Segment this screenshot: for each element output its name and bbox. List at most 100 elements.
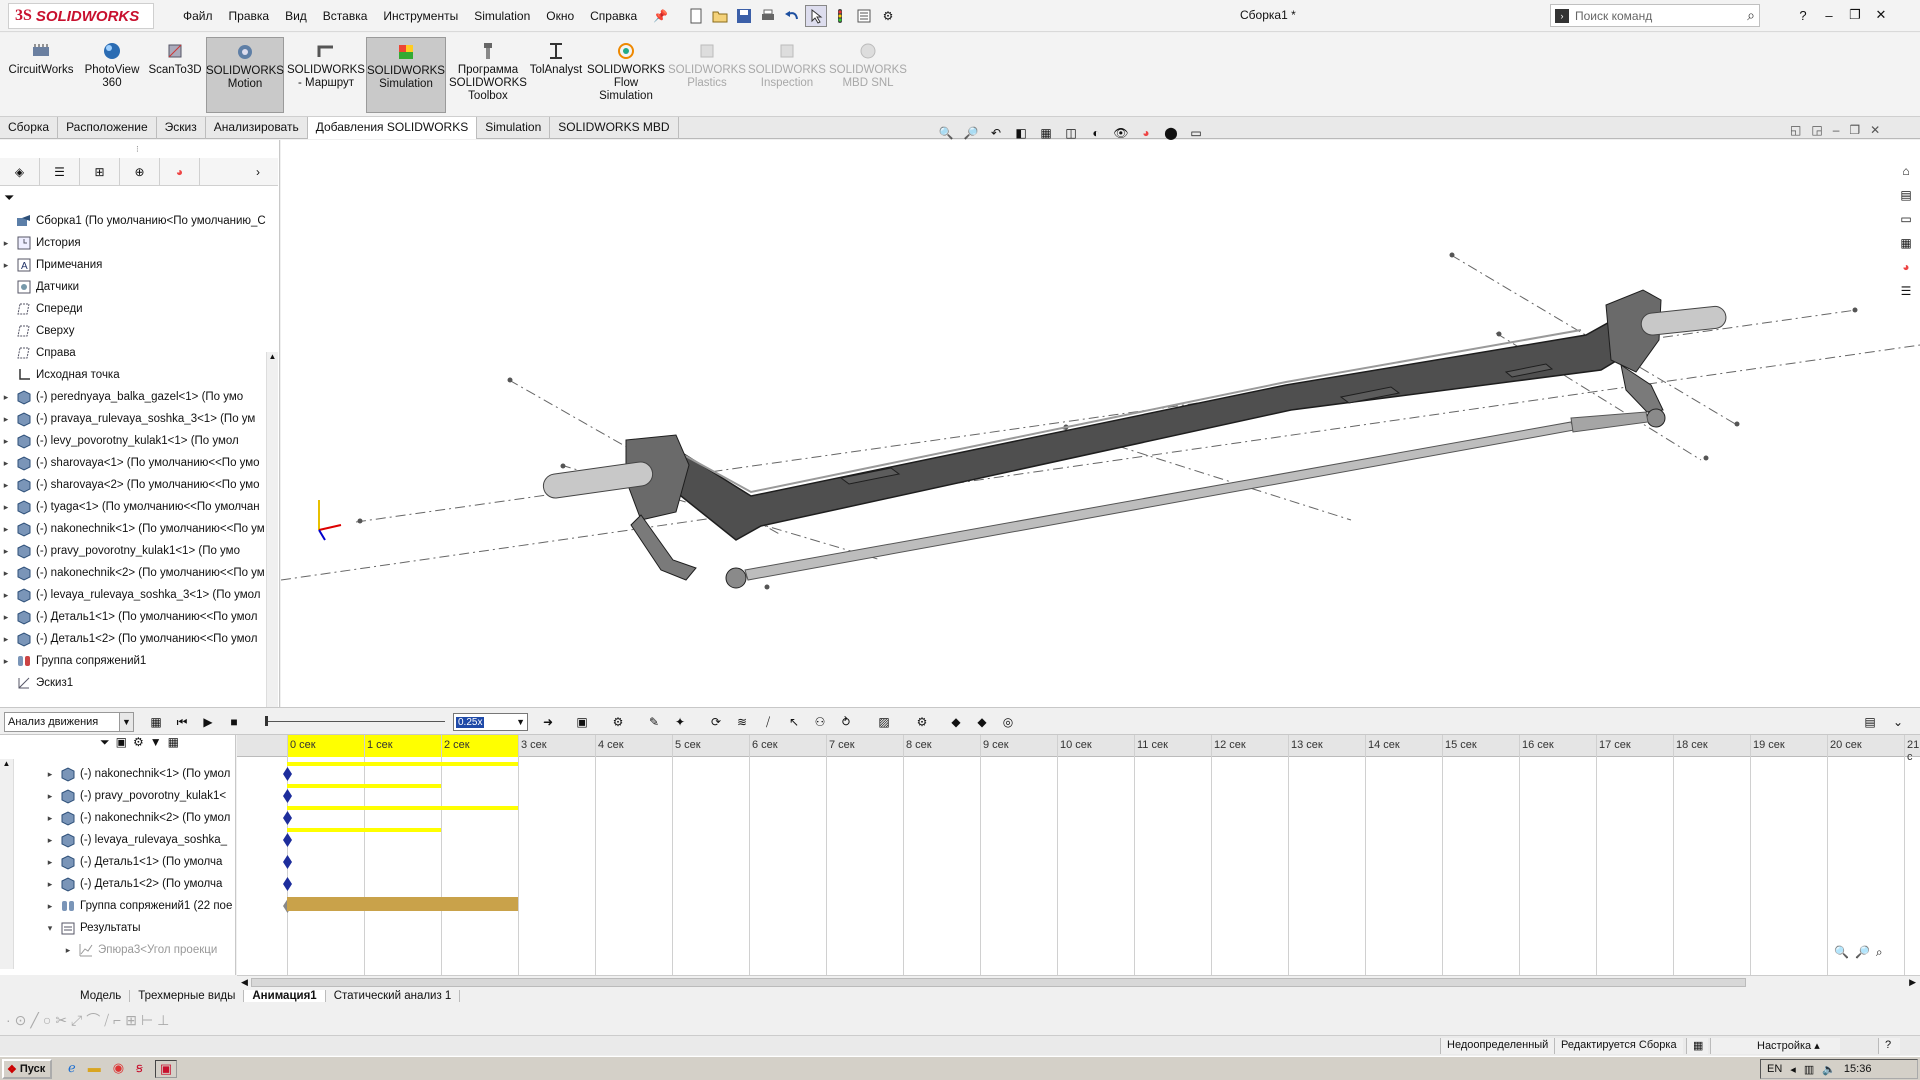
tab-model[interactable]: Модель <box>72 990 131 1002</box>
solidworks-window-button[interactable]: ▣ <box>154 1060 178 1078</box>
study-type-select[interactable]: Анализ движения ▼ <box>4 712 134 732</box>
trim-icon[interactable]: ✂ <box>55 1012 67 1029</box>
add-key-icon[interactable]: ✦ <box>670 712 690 732</box>
mirror-icon[interactable]: ⧸ <box>104 1012 109 1029</box>
timeline-key[interactable] <box>283 855 292 869</box>
tree-item-top-plane[interactable]: Сверху <box>0 320 266 342</box>
tree-item-origin[interactable]: Исходная точка <box>0 364 266 386</box>
undo-icon[interactable] <box>781 5 803 27</box>
design-study-icon[interactable]: ◎ <box>998 712 1018 732</box>
close-icon[interactable]: ✕ <box>1868 4 1894 26</box>
zoom-in-icon[interactable]: 🔍 <box>1834 945 1849 960</box>
ribbon-solidworks-simulation-button[interactable]: SOLIDWORKS Simulation <box>366 37 446 113</box>
search-input[interactable]: Поиск команд <box>1575 9 1741 23</box>
ribbon-scanto3d-button[interactable]: ScanTo3D <box>148 37 202 113</box>
panel-grip[interactable]: ⁝ <box>136 144 139 155</box>
tree-item-component[interactable]: ▸ (-) levy_povorotny_kulak1<1> (По умол <box>0 430 266 452</box>
view-palette-icon[interactable]: ▦ <box>1894 232 1918 254</box>
apply-scene-icon[interactable]: ⬤ <box>1160 122 1182 144</box>
ribbon-mbd-snl-button[interactable]: SOLIDWORKS MBD SNL <box>828 37 908 113</box>
chevron-down-icon[interactable]: ⌄ <box>1888 712 1908 732</box>
quick-tips-icon[interactable]: ? <box>1878 1038 1900 1054</box>
language-indicator[interactable]: EN <box>1767 1063 1782 1075</box>
select-arrow-icon[interactable] <box>805 5 827 27</box>
restore-icon[interactable]: ❐ <box>1842 4 1868 26</box>
simulation-setup-icon[interactable]: ◆ <box>946 712 966 732</box>
expand-panel-icon[interactable]: › <box>238 158 278 186</box>
timeline-bar[interactable] <box>287 762 518 766</box>
tree-item-component[interactable]: ▸ (-) nakonechnik<2> (По умолчанию<<По ум <box>0 562 266 584</box>
motion-tree-item[interactable]: ▾ Результаты <box>44 917 234 939</box>
tab-simulation[interactable]: Simulation <box>477 117 551 139</box>
circle-icon[interactable]: ⊙ <box>15 1012 27 1029</box>
damper-icon[interactable]: ⧸ <box>758 712 778 732</box>
motion-tree-item[interactable]: ▸ (-) Деталь1<2> (По умолча <box>44 873 234 895</box>
results-plots-icon[interactable]: ▨ <box>874 712 894 732</box>
zoom-out-icon[interactable]: 🔎 <box>1855 945 1870 960</box>
tab-evaluate[interactable]: Анализировать <box>206 117 308 139</box>
timeline-mate-bar[interactable] <box>287 897 518 911</box>
tree-item-sketch[interactable]: Эскиз1 <box>0 672 266 694</box>
ribbon-flow-simulation-button[interactable]: SOLIDWORKS Flow Simulation <box>586 37 666 113</box>
play-icon[interactable]: ▶ <box>198 712 218 732</box>
motion-tree-scrollbar[interactable]: ▲ <box>0 759 14 969</box>
playback-mode-icon[interactable]: ➜ <box>538 712 558 732</box>
search-icon[interactable]: ⌕ <box>1747 7 1759 24</box>
previous-view-icon[interactable]: ↶ <box>985 122 1007 144</box>
viewport-back-icon[interactable]: ◱ <box>1790 123 1801 137</box>
tab-sketch[interactable]: Эскиз <box>157 117 206 139</box>
ribbon-toolbox-button[interactable]: Программа SOLIDWORKS Toolbox <box>448 37 528 113</box>
menu-help[interactable]: Справка <box>582 9 645 23</box>
save-animation-icon[interactable]: ▣ <box>572 712 592 732</box>
graphics-viewport[interactable] <box>280 140 1920 707</box>
filter-selected-icon[interactable]: ▼ <box>150 735 162 750</box>
tab-solidworks-mbd[interactable]: SOLIDWORKS MBD <box>550 117 679 139</box>
file-explorer-icon[interactable]: ▭ <box>1894 208 1918 230</box>
new-document-icon[interactable] <box>685 5 707 27</box>
ribbon-routing-button[interactable]: SOLIDWORKS - Маршрут <box>287 37 365 113</box>
dynamic-annotation-icon[interactable]: ▦ <box>1035 122 1057 144</box>
volume-icon[interactable]: 🔈 <box>1822 1063 1836 1076</box>
pattern-icon[interactable]: ⊞ <box>125 1012 137 1029</box>
tab-3d-views[interactable]: Трехмерные виды <box>130 990 245 1002</box>
help-icon[interactable]: ? <box>1790 4 1816 26</box>
rebuild-icon[interactable] <box>829 5 851 27</box>
tray-expand-icon[interactable]: ◂ <box>1790 1063 1796 1076</box>
dimension-icon[interactable]: ⊢ <box>141 1012 153 1029</box>
display-style-icon[interactable]: ◐ <box>1085 122 1107 144</box>
ribbon-circuitworks-button[interactable]: CircuitWorks <box>6 37 76 113</box>
gravity-icon[interactable]: ⥁ <box>836 712 856 732</box>
motion-tree-item[interactable]: ▸ (-) nakonechnik<2> (По умол <box>44 807 234 829</box>
zoom-to-fit-icon[interactable]: 🔍 <box>935 122 957 144</box>
solidworks-taskbar-icon[interactable]: ꞩ <box>136 1060 143 1078</box>
section-view-icon[interactable]: ◧ <box>1010 122 1032 144</box>
ribbon-inspection-button[interactable]: SOLIDWORKS Inspection <box>748 37 826 113</box>
tree-item-component[interactable]: ▸ (-) perednyaya_balka_gazel<1> (По умо <box>0 386 266 408</box>
motion-tree-item[interactable]: ▸ (-) pravy_povorotny_kulak1< <box>44 785 234 807</box>
motion-tree-item[interactable]: ▸ Эпюра3<Угол проекци <box>44 939 234 961</box>
edit-appearance-icon[interactable]: ◕ <box>1135 122 1157 144</box>
tree-item-right-plane[interactable]: Справа <box>0 342 266 364</box>
view-settings-icon[interactable]: ▭ <box>1185 122 1207 144</box>
playback-speed-select[interactable]: 0.25x ▼ <box>453 713 528 731</box>
motion-timeline[interactable]: 0 сек 1 сек 2 сек 3 сек 4 сек 5 сек 6 сек 7 сек… <box>237 735 1920 975</box>
viewport-restore-icon[interactable]: ❐ <box>1849 123 1860 137</box>
tab-static-analysis[interactable]: Статический анализ 1 <box>326 990 461 1002</box>
motion-tree-item[interactable]: ▸ (-) nakonechnik<1> (По умол <box>44 763 234 785</box>
autokey-icon[interactable]: ✎ <box>644 712 664 732</box>
offset-icon[interactable]: ⌒ <box>86 1010 100 1030</box>
motion-tree-item[interactable]: ▸ Группа сопряжений1 (22 пое <box>44 895 234 917</box>
appearances-icon[interactable]: ◕ <box>1894 256 1918 278</box>
stop-icon[interactable]: ■ <box>224 712 244 732</box>
feature-tree-tab-icon[interactable]: ◈ <box>0 158 40 186</box>
tree-item-component[interactable]: ▸ (-) tyaga<1> (По умолчанию<<По умолчан <box>0 496 266 518</box>
animation-wizard-icon[interactable]: ⚙ <box>608 712 628 732</box>
zoom-to-area-icon[interactable]: 🔎 <box>960 122 982 144</box>
print-icon[interactable] <box>757 5 779 27</box>
ribbon-tolanalyst-button[interactable]: TolAnalyst <box>530 37 582 113</box>
fillet-icon[interactable]: ⌐ <box>113 1012 121 1028</box>
ribbon-solidworks-motion-button[interactable]: SOLIDWORKS Motion <box>206 37 284 113</box>
pin-icon[interactable]: 📌 <box>645 9 676 23</box>
tree-item-component[interactable]: ▸ (-) nakonechnik<1> (По умолчанию<<По ум <box>0 518 266 540</box>
tree-item-front-plane[interactable]: Спереди <box>0 298 266 320</box>
